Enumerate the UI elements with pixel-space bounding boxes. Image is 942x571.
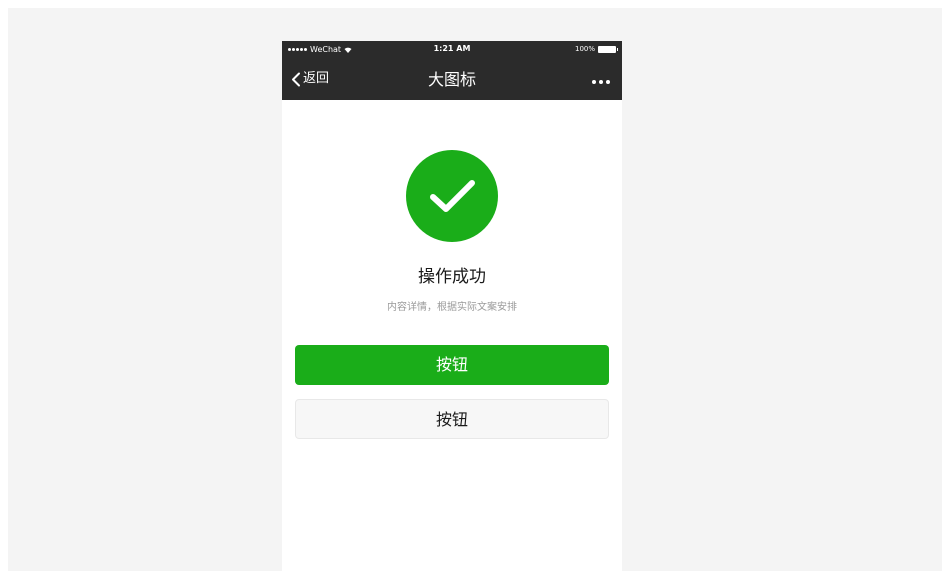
battery-icon [598, 46, 618, 53]
message-description: 内容详情，根据实际文案安排 [387, 302, 517, 313]
more-button[interactable] [592, 80, 610, 84]
checkmark-icon [430, 180, 475, 212]
status-time: 1:21 AM [433, 44, 471, 53]
success-check-icon [406, 150, 498, 242]
more-dot-icon [592, 80, 596, 84]
top-bar: WeChat 1:21 AM 100% 返回 大图标 [282, 41, 622, 100]
status-right: 100% [574, 45, 618, 54]
more-dot-icon [606, 80, 610, 84]
message-title: 操作成功 [418, 267, 486, 287]
more-dot-icon [599, 80, 603, 84]
primary-button[interactable]: 按钮 [295, 345, 609, 385]
navigation-bar: 返回 大图标 [282, 63, 622, 100]
phone-screen: WeChat 1:21 AM 100% 返回 大图标 操作成功 内容详情，根据实… [282, 41, 622, 571]
battery-percent: 100% [574, 45, 595, 53]
status-bar: WeChat 1:21 AM 100% [282, 41, 622, 59]
default-button[interactable]: 按钮 [295, 399, 609, 439]
page-title: 大图标 [427, 70, 476, 89]
